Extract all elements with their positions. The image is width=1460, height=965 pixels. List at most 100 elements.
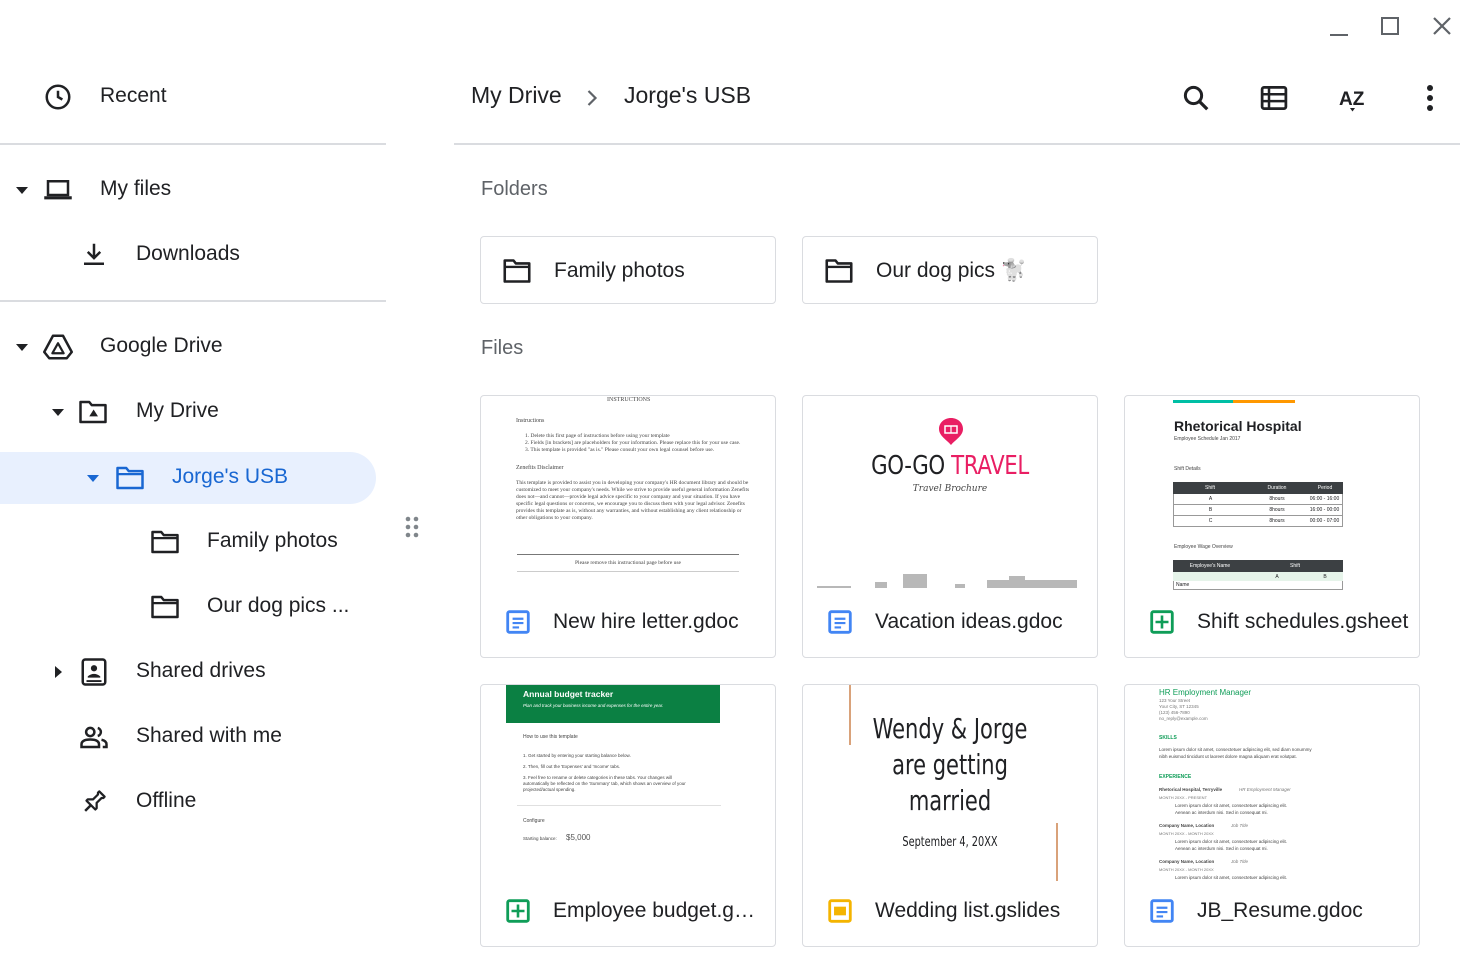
thumb-cell: B — [1323, 573, 1327, 580]
thumb-dates: MONTH 20XX - PRESENT — [1159, 795, 1208, 800]
sidebar-item-our-dog-pics[interactable]: Our dog pics ... — [0, 581, 386, 633]
more-options-button[interactable] — [1410, 78, 1450, 118]
thumb-accent-bar — [1233, 400, 1295, 403]
sidebar-item-downloads[interactable]: Downloads — [0, 229, 386, 281]
sidebar-item-label: Downloads — [136, 242, 240, 265]
expand-triangle-icon[interactable] — [85, 470, 101, 486]
file-name: Wedding list.gslides — [875, 899, 1061, 922]
thumb-line: other obligations to your company. — [516, 515, 593, 521]
folder-name: Our dog pics 🐩 — [876, 259, 1028, 282]
minimize-button[interactable] — [1320, 10, 1356, 42]
sheets-icon — [506, 899, 530, 923]
resize-handle-icon[interactable] — [404, 515, 420, 539]
thumb-section: Employee Wage Overview — [1174, 544, 1233, 550]
thumb-line: does not—and cannot—provide legal advice… — [516, 494, 741, 500]
sidebar-item-label: Shared with me — [136, 724, 282, 747]
sidebar-item-family-photos[interactable]: Family photos — [0, 516, 386, 568]
maximize-icon — [1381, 17, 1399, 35]
file-name: Employee budget.gsheet — [553, 899, 765, 922]
list-view-button[interactable] — [1254, 78, 1294, 118]
sidebar-divider — [0, 300, 386, 302]
sidebar-divider — [0, 143, 386, 145]
sidebar-item-jorges-usb[interactable]: Jorge's USB — [0, 452, 376, 504]
file-card-vacation-ideas[interactable]: GO-GO TRAVEL Travel Brochure Vacation id… — [802, 395, 1098, 658]
file-name: Shift schedules.gsheet — [1197, 610, 1409, 633]
shared-drive-icon — [78, 656, 110, 688]
sidebar-item-label: Family photos — [207, 529, 338, 552]
expand-triangle-icon[interactable] — [14, 182, 30, 198]
folder-icon — [149, 526, 181, 558]
folder-icon — [114, 462, 146, 494]
thumb-dates: MONTH 20XX - MONTH 20XX — [1159, 831, 1214, 836]
thumb-footer-note: Please remove this instructional page be… — [575, 560, 681, 566]
file-thumbnail: INSTRUCTIONS Instructions 1. Delete this… — [481, 396, 775, 592]
thumb-cell: 8hours — [1269, 507, 1285, 513]
docs-icon — [1150, 899, 1174, 923]
thumb-line: Lorem ipsum dolor sit amet, consectetuer… — [1159, 747, 1312, 752]
travel-logo-icon — [939, 418, 963, 445]
sheets-icon — [1150, 610, 1174, 634]
sidebar-item-my-drive[interactable]: My Drive — [0, 386, 386, 438]
file-footer: New hire letter.gdoc — [481, 592, 775, 657]
sidebar-item-label: Shared drives — [136, 659, 266, 682]
thumb-cell: A — [1208, 496, 1213, 502]
folder-icon — [149, 591, 181, 623]
thumb-cell: 16:00 - 00:00 — [1309, 507, 1340, 513]
folder-icon — [825, 259, 853, 283]
thumb-brand-main: GO-GO — [871, 451, 945, 481]
thumb-section: Instructions — [516, 418, 545, 424]
thumb-company: Company Name, Location — [1159, 823, 1215, 828]
folder-card-family-photos[interactable]: Family photos — [480, 236, 776, 304]
sidebar-item-offline[interactable]: Offline — [0, 776, 386, 828]
file-card-employee-budget[interactable]: Annual budget tracker Plan and track you… — [480, 684, 776, 947]
file-card-shift-schedules[interactable]: Rhetorical Hospital Employee Schedule Ja… — [1124, 395, 1420, 658]
sidebar-item-shared-with-me[interactable]: Shared with me — [0, 711, 386, 763]
thumb-company: Company Name, Location — [1159, 859, 1215, 864]
sidebar-item-label: Jorge's USB — [172, 465, 289, 488]
file-card-wedding-list[interactable]: Wendy & Jorge are getting married Septem… — [802, 684, 1098, 947]
sidebar-item-my-files[interactable]: My files — [0, 164, 386, 216]
file-card-new-hire-letter[interactable]: INSTRUCTIONS Instructions 1. Delete this… — [480, 395, 776, 658]
collapsed-triangle-icon[interactable] — [50, 664, 66, 680]
file-name: JB_Resume.gdoc — [1197, 899, 1363, 922]
close-button[interactable] — [1424, 10, 1460, 42]
search-icon — [1183, 85, 1209, 111]
thumb-line: married — [908, 784, 992, 817]
thumb-brand: GO-GO TRAVEL — [829, 451, 1070, 481]
folder-card-our-dog-pics[interactable]: Our dog pics 🐩 — [802, 236, 1098, 304]
thumb-line: (123) 456-7890 — [1159, 710, 1190, 715]
sidebar-item-recent[interactable]: Recent — [0, 71, 386, 123]
thumb-table: Shift Duration Period A 8hours 06:00 - 1… — [1173, 482, 1343, 527]
pin-icon — [78, 786, 110, 818]
thumb-bullet: Lorem ipsum dolor sit amet, consectetuer… — [1175, 839, 1288, 844]
thumb-line: nibh euismod tincidunt ut laoreet dolore… — [1159, 754, 1297, 759]
thumb-rule — [517, 554, 739, 555]
sidebar-item-google-drive[interactable]: Google Drive — [0, 321, 386, 373]
thumb-section: How to use this template — [523, 734, 578, 740]
search-button[interactable] — [1176, 78, 1216, 118]
thumb-cell: Period — [1317, 485, 1333, 491]
file-name: Vacation ideas.gdoc — [875, 610, 1063, 633]
maximize-button[interactable] — [1372, 10, 1408, 42]
thumb-cell: 8hours — [1269, 496, 1285, 502]
header-divider — [454, 143, 1460, 145]
thumb-line: no_reply@example.com — [1159, 716, 1208, 721]
file-footer: Wedding list.gslides — [803, 881, 1097, 946]
sort-az-icon: AZ — [1339, 89, 1365, 112]
thumb-line: 123 Your Street — [1159, 698, 1191, 703]
clock-icon — [42, 81, 74, 113]
breadcrumb-item-my-drive[interactable]: My Drive — [471, 82, 562, 109]
expand-triangle-icon[interactable] — [14, 339, 30, 355]
thumb-jobtitle: HR Employment Manager — [1239, 787, 1291, 792]
file-card-jb-resume[interactable]: HR Employment Manager 123 Your Street Yo… — [1124, 684, 1420, 947]
file-thumbnail: GO-GO TRAVEL Travel Brochure — [803, 396, 1097, 592]
sidebar-item-shared-drives[interactable]: Shared drives — [0, 646, 386, 698]
expand-triangle-icon[interactable] — [50, 404, 66, 420]
sort-button[interactable]: AZ — [1332, 78, 1372, 118]
file-footer: Employee budget.gsheet — [481, 881, 775, 946]
thumb-line: automatically be reflected on the 'Summa… — [523, 781, 686, 786]
breadcrumb-item-jorges-usb[interactable]: Jorge's USB — [624, 82, 751, 109]
sort-label: AZ — [1339, 89, 1365, 110]
folders-section-title: Folders — [481, 178, 548, 200]
thumb-line: 3. This template is provided "as is." Pl… — [525, 447, 715, 453]
